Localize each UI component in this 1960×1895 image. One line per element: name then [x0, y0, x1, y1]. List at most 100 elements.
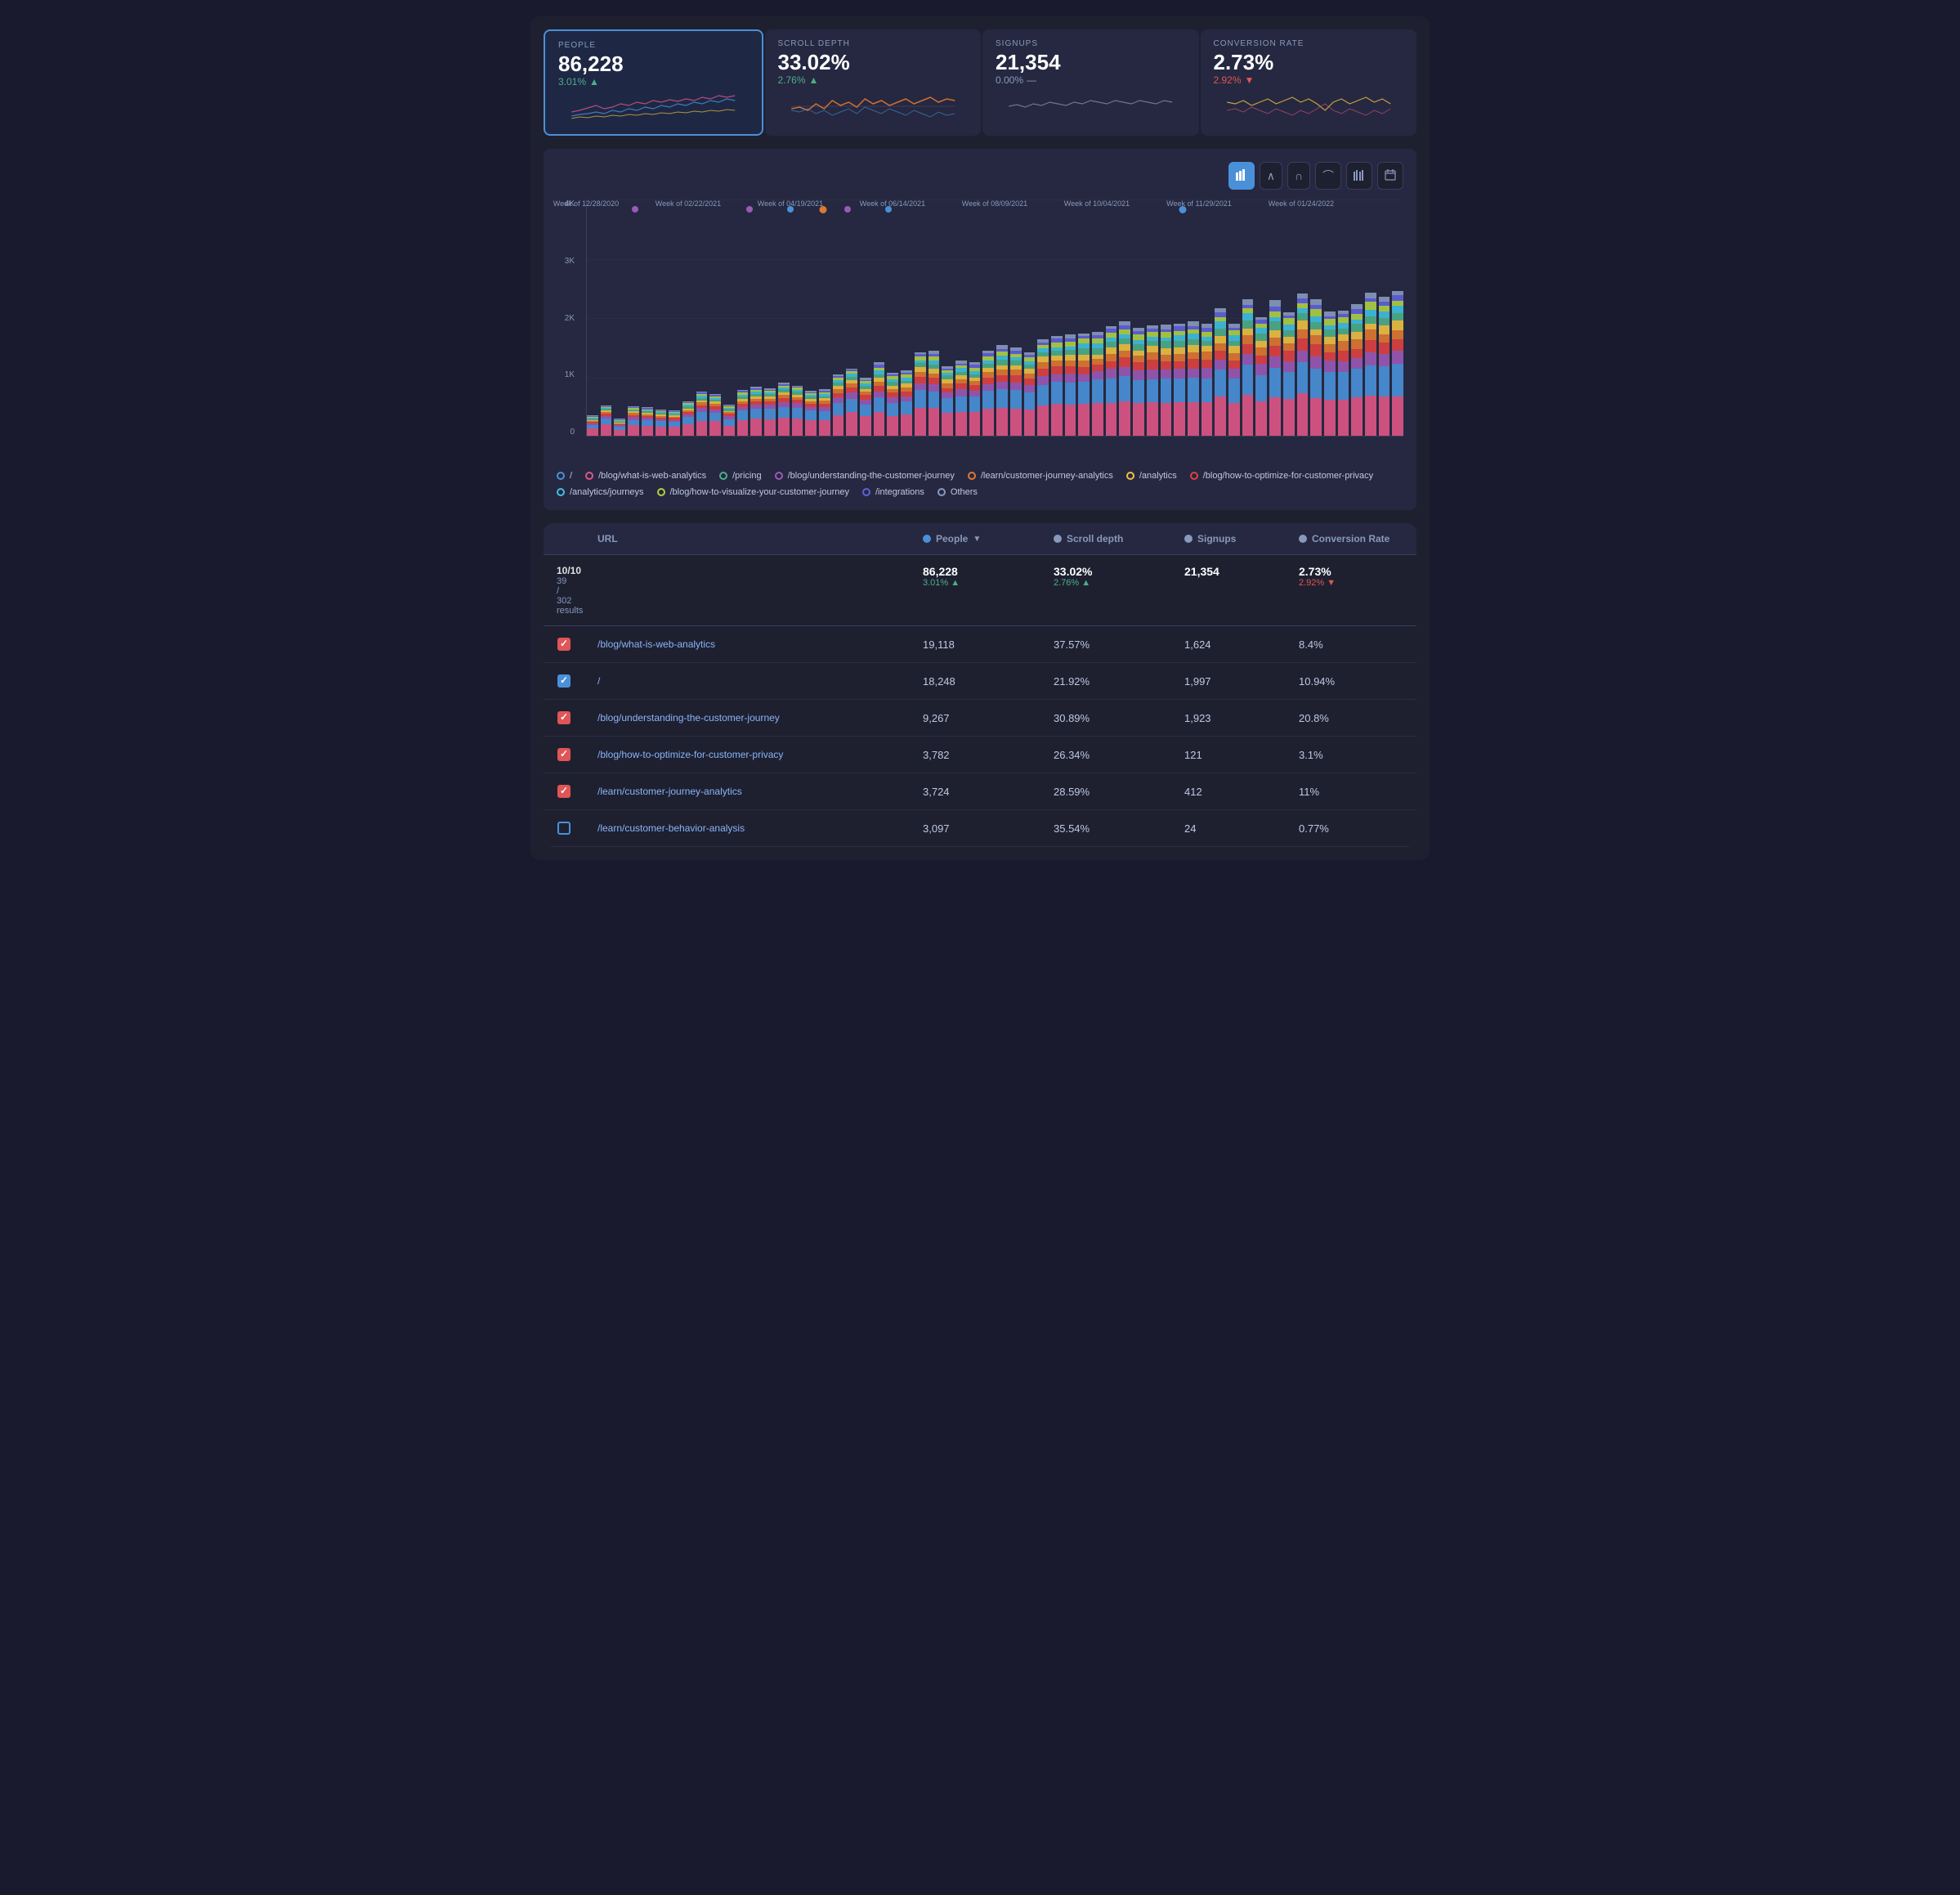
calendar-btn[interactable] — [1377, 162, 1403, 190]
bar-group[interactable] — [1202, 199, 1213, 436]
table-row[interactable]: /learn/customer-journey-analytics 3,724 … — [544, 773, 1416, 810]
th-conversion[interactable]: Conversion Rate — [1286, 523, 1416, 554]
legend-home[interactable]: / — [557, 471, 572, 481]
bar-group[interactable] — [1119, 199, 1130, 436]
bar-group[interactable] — [764, 199, 776, 436]
bar-group[interactable] — [1365, 199, 1376, 436]
checkbox-0[interactable] — [557, 638, 571, 651]
metric-conversion[interactable]: CONVERSION RATE 2.73% 2.92% ▼ — [1201, 29, 1417, 136]
row-checkbox-1[interactable] — [544, 663, 584, 699]
table-row[interactable]: /blog/what-is-web-analytics 19,118 37.57… — [544, 626, 1416, 663]
table-row[interactable]: /learn/customer-behavior-analysis 3,097 … — [544, 810, 1416, 847]
bar-group[interactable] — [656, 199, 667, 436]
legend-others[interactable]: Others — [937, 487, 978, 497]
row-checkbox-2[interactable] — [544, 700, 584, 736]
bar-group[interactable] — [1324, 199, 1336, 436]
bar-group[interactable] — [601, 199, 612, 436]
bar-chart-btn[interactable] — [1228, 162, 1255, 190]
bar-group[interactable] — [682, 199, 694, 436]
checkbox-5[interactable] — [557, 822, 571, 835]
legend-analytics[interactable]: /analytics — [1126, 471, 1177, 481]
bar-group[interactable] — [1133, 199, 1144, 436]
legend-blog-analytics[interactable]: /blog/what-is-web-analytics — [585, 471, 706, 481]
bar-group[interactable] — [955, 199, 967, 436]
legend-customer-journey[interactable]: /blog/understanding-the-customer-journey — [775, 471, 955, 481]
bar-group[interactable] — [846, 199, 857, 436]
bar-group[interactable] — [642, 199, 653, 436]
checkbox-4[interactable] — [557, 785, 571, 798]
curved-line-btn[interactable]: ∩ — [1287, 162, 1310, 190]
bar-group[interactable] — [833, 199, 844, 436]
bar-group[interactable] — [1310, 199, 1322, 436]
grouped-bar-btn[interactable] — [1346, 162, 1372, 190]
bar-group[interactable] — [737, 199, 749, 436]
bar-group[interactable] — [805, 199, 817, 436]
checkbox-2[interactable] — [557, 711, 571, 724]
legend-privacy[interactable]: /blog/how-to-optimize-for-customer-priva… — [1190, 471, 1373, 481]
bar-group[interactable] — [996, 199, 1008, 436]
bar-group[interactable] — [1338, 199, 1349, 436]
bar-group[interactable] — [1283, 199, 1295, 436]
bar-group[interactable] — [1065, 199, 1076, 436]
bar-group[interactable] — [1379, 199, 1390, 436]
th-people[interactable]: People ▼ — [910, 523, 1040, 554]
bar-group[interactable] — [750, 199, 762, 436]
metric-scroll[interactable]: SCROLL DEPTH 33.02% 2.76% ▲ — [765, 29, 982, 136]
bar-group[interactable] — [1161, 199, 1172, 436]
bar-group[interactable] — [1010, 199, 1022, 436]
table-row[interactable]: /blog/understanding-the-customer-journey… — [544, 700, 1416, 737]
checkbox-3[interactable] — [557, 748, 571, 761]
bar-group[interactable] — [1228, 199, 1240, 436]
bar-group[interactable] — [1174, 199, 1185, 436]
metric-signups[interactable]: SIGNUPS 21,354 0.00% — — [982, 29, 1199, 136]
legend-learn-analytics[interactable]: /learn/customer-journey-analytics — [968, 471, 1113, 481]
metric-people[interactable]: PEOPLE 86,228 3.01% ▲ — [544, 29, 763, 136]
bar-group[interactable] — [915, 199, 926, 436]
bar-group[interactable] — [860, 199, 871, 436]
bar-group[interactable] — [1024, 199, 1036, 436]
bar-group[interactable] — [587, 199, 598, 436]
table-row[interactable]: /blog/how-to-optimize-for-customer-priva… — [544, 737, 1416, 773]
bar-group[interactable] — [1051, 199, 1063, 436]
line-chart-btn[interactable]: ∧ — [1260, 162, 1282, 190]
row-checkbox-3[interactable] — [544, 737, 584, 773]
bar-group[interactable] — [969, 199, 981, 436]
bar-group[interactable] — [1351, 199, 1363, 436]
bar-group[interactable] — [1242, 199, 1254, 436]
bar-group[interactable] — [792, 199, 803, 436]
bar-group[interactable] — [669, 199, 680, 436]
legend-integrations[interactable]: /integrations — [862, 487, 924, 497]
bar-group[interactable] — [901, 199, 912, 436]
bar-group[interactable] — [1392, 199, 1403, 436]
area-chart-btn[interactable]: ⌒ — [1315, 162, 1341, 190]
bar-group[interactable] — [1147, 199, 1158, 436]
bar-group[interactable] — [778, 199, 790, 436]
bar-group[interactable] — [929, 199, 940, 436]
bar-group[interactable] — [628, 199, 639, 436]
bar-group[interactable] — [1297, 199, 1309, 436]
bar-group[interactable] — [1092, 199, 1103, 436]
bar-group[interactable] — [982, 199, 994, 436]
table-row[interactable]: / 18,248 21.92% 1,997 10.94% — [544, 663, 1416, 700]
row-checkbox-4[interactable] — [544, 773, 584, 809]
bar-group[interactable] — [1255, 199, 1267, 436]
row-checkbox-0[interactable] — [544, 626, 584, 662]
bar-group[interactable] — [1215, 199, 1226, 436]
bar-group[interactable] — [819, 199, 830, 436]
checkbox-1[interactable] — [557, 674, 571, 688]
legend-journeys[interactable]: /analytics/journeys — [557, 487, 644, 497]
bar-group[interactable] — [1037, 199, 1049, 436]
bar-group[interactable] — [614, 199, 625, 436]
bar-group[interactable] — [723, 199, 735, 436]
th-signups[interactable]: Signups — [1171, 523, 1286, 554]
bar-group[interactable] — [1106, 199, 1117, 436]
bar-group[interactable] — [874, 199, 885, 436]
bar-group[interactable] — [696, 199, 708, 436]
bar-group[interactable] — [709, 199, 721, 436]
th-scroll[interactable]: Scroll depth — [1040, 523, 1171, 554]
row-checkbox-5[interactable] — [544, 810, 584, 846]
legend-pricing[interactable]: /pricing — [719, 471, 761, 481]
bar-group[interactable] — [887, 199, 898, 436]
bar-group[interactable] — [1188, 199, 1199, 436]
bar-group[interactable] — [942, 199, 953, 436]
